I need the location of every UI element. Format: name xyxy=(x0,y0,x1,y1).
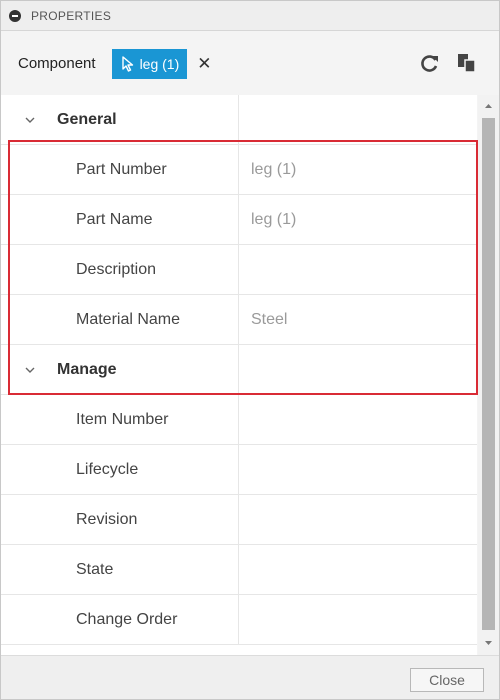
group-row-manage[interactable]: Manage xyxy=(1,345,477,395)
close-button[interactable]: Close xyxy=(410,668,484,692)
table-row[interactable]: Change Order xyxy=(1,595,477,645)
group-label: General xyxy=(57,110,117,128)
property-value[interactable] xyxy=(239,395,477,444)
properties-grid: General Part Number leg (1) Part Name le… xyxy=(1,95,477,655)
group-name-cell: General xyxy=(1,95,239,144)
group-value-cell xyxy=(239,345,477,394)
property-name: Part Name xyxy=(1,195,239,244)
property-value[interactable] xyxy=(239,545,477,594)
group-label: Manage xyxy=(57,360,117,378)
group-name-cell: Manage xyxy=(1,345,239,394)
component-chip-label: leg (1) xyxy=(139,55,180,72)
group-value-cell xyxy=(239,95,477,144)
panel-title: PROPERTIES xyxy=(31,8,112,23)
properties-panel: PROPERTIES Component leg (1) ✕ General P… xyxy=(0,0,500,700)
property-value[interactable] xyxy=(239,595,477,644)
property-value[interactable] xyxy=(239,245,477,294)
property-value[interactable] xyxy=(239,495,477,544)
property-value[interactable]: leg (1) xyxy=(239,195,477,244)
chevron-down-icon[interactable] xyxy=(25,365,35,375)
scrollbar-thumb[interactable] xyxy=(482,118,495,630)
panel-title-bar: PROPERTIES xyxy=(1,1,499,31)
collapse-icon[interactable] xyxy=(9,9,21,22)
table-row[interactable]: Material Name Steel xyxy=(1,295,477,345)
table-row[interactable]: Part Name leg (1) xyxy=(1,195,477,245)
property-name: Lifecycle xyxy=(1,445,239,494)
table-row[interactable]: Description xyxy=(1,245,477,295)
copy-icon[interactable] xyxy=(456,52,478,74)
component-selection-chip[interactable]: leg (1) xyxy=(111,48,188,79)
chevron-down-icon[interactable] xyxy=(25,115,35,125)
property-name: Revision xyxy=(1,495,239,544)
cursor-icon xyxy=(121,55,133,72)
panel-footer: Close xyxy=(1,655,499,699)
property-name: Description xyxy=(1,245,239,294)
table-row[interactable]: Lifecycle xyxy=(1,445,477,495)
property-name: Part Number xyxy=(1,145,239,194)
property-value[interactable]: Steel xyxy=(239,295,477,344)
table-row[interactable]: Part Number leg (1) xyxy=(1,145,477,195)
scroll-up-icon[interactable] xyxy=(482,101,495,111)
scroll-down-icon[interactable] xyxy=(482,638,495,648)
property-name: Item Number xyxy=(1,395,239,444)
table-row[interactable]: State xyxy=(1,545,477,595)
property-value[interactable] xyxy=(239,445,477,494)
close-x-icon[interactable]: ✕ xyxy=(197,54,211,74)
property-value[interactable]: leg (1) xyxy=(239,145,477,194)
reload-icon[interactable] xyxy=(419,52,441,74)
property-name: State xyxy=(1,545,239,594)
property-name: Change Order xyxy=(1,595,239,644)
group-row-general[interactable]: General xyxy=(1,95,477,145)
vertical-scrollbar[interactable] xyxy=(478,95,499,655)
table-row[interactable]: Item Number xyxy=(1,395,477,445)
component-selector-row: Component leg (1) ✕ xyxy=(1,32,499,95)
table-row[interactable]: Revision xyxy=(1,495,477,545)
component-label: Component xyxy=(18,55,96,72)
property-name: Material Name xyxy=(1,295,239,344)
